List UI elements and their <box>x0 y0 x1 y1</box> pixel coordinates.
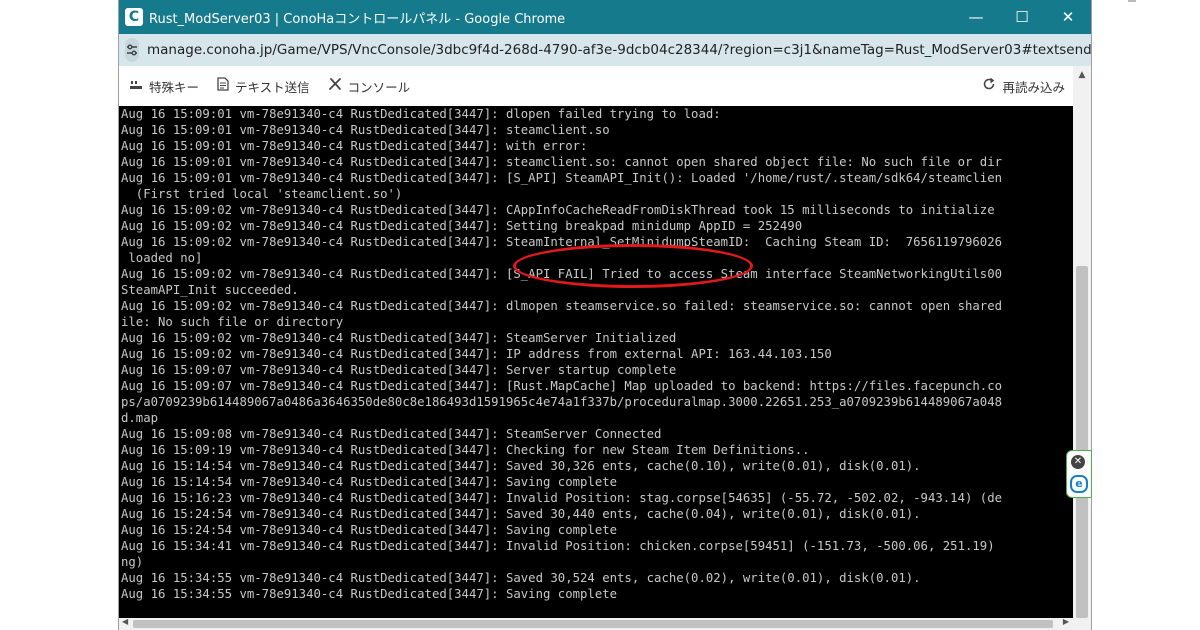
title-bar[interactable]: C Rust_ModServer03 | ConoHaコントロールパネル - G… <box>119 0 1091 34</box>
console-line: ps/a0709239b614489067a0486a3646350de80c8… <box>121 395 1002 409</box>
console-line: Aug 16 15:09:01 vm-78e91340-c4 RustDedic… <box>121 155 1002 169</box>
site-info-icon[interactable] <box>125 38 139 62</box>
console-label: コンソール <box>347 79 411 95</box>
console-line: Aug 16 15:09:01 vm-78e91340-c4 RustDedic… <box>121 139 588 153</box>
close-button[interactable]: ✕ <box>1045 0 1091 34</box>
document-icon <box>217 77 229 95</box>
console-line: Aug 16 15:09:19 vm-78e91340-c4 RustDedic… <box>121 443 810 457</box>
console-line: Aug 16 15:09:07 vm-78e91340-c4 RustDedic… <box>121 379 1002 393</box>
console-line: (First tried local 'steamclient.so') <box>121 187 403 201</box>
console-line: Aug 16 15:14:54 vm-78e91340-c4 RustDedic… <box>121 475 618 489</box>
text-send-label: テキスト送信 <box>235 79 310 95</box>
special-keys-button[interactable]: 特殊キー <box>129 77 199 96</box>
console-line: Aug 16 15:09:02 vm-78e91340-c4 RustDedic… <box>121 331 677 345</box>
vertical-scroll-thumb[interactable] <box>1076 266 1088 618</box>
scroll-up-arrow-icon[interactable]: ▲ <box>1073 70 1091 80</box>
conoha-app-icon: C <box>125 8 143 26</box>
address-bar: manage.conoha.jp/Game/VPS/VncConsole/3db… <box>119 34 1091 66</box>
horizontal-scrollbar[interactable]: ◀ ▶ <box>119 617 1091 630</box>
window-title: Rust_ModServer03 | ConoHaコントロールパネル - Goo… <box>149 11 566 27</box>
console-line: Aug 16 15:09:02 vm-78e91340-c4 RustDedic… <box>121 299 1002 313</box>
console-line: Aug 16 15:09:01 vm-78e91340-c4 RustDedic… <box>121 171 1002 185</box>
console-line: Aug 16 15:09:08 vm-78e91340-c4 RustDedic… <box>121 427 662 441</box>
e-circle-icon[interactable]: e <box>1070 475 1088 493</box>
special-keys-label: 特殊キー <box>149 79 200 95</box>
reload-label: 再読み込み <box>1002 79 1065 95</box>
keyboard-icon <box>129 78 143 94</box>
scroll-left-arrow-icon[interactable]: ◀ <box>122 617 128 626</box>
console-line: d.map <box>121 411 159 425</box>
console-line: Aug 16 15:09:02 vm-78e91340-c4 RustDedic… <box>121 219 803 233</box>
vnc-toolbar: 特殊キー テキスト送信 コンソール 再読み込み <box>119 66 1091 106</box>
minimize-button[interactable]: — <box>953 0 999 34</box>
chrome-window: C Rust_ModServer03 | ConoHaコントロールパネル - G… <box>118 0 1092 630</box>
reload-button[interactable]: 再読み込み <box>982 66 1065 106</box>
close-circle-icon[interactable]: ✕ <box>1071 455 1085 469</box>
horizontal-scroll-thumb[interactable] <box>133 620 1053 628</box>
console-line: Aug 16 15:09:02 vm-78e91340-c4 RustDedic… <box>121 203 995 217</box>
console-line: Aug 16 15:14:54 vm-78e91340-c4 RustDedic… <box>121 459 921 473</box>
side-widget: ✕ e <box>1066 450 1092 498</box>
reload-icon <box>982 77 996 95</box>
console-line: Aug 16 15:09:01 vm-78e91340-c4 RustDedic… <box>121 123 610 137</box>
background-edge-mark <box>1128 0 1136 2</box>
vnc-console-screen[interactable]: Aug 16 15:09:01 vm-78e91340-c4 RustDedic… <box>119 106 1073 618</box>
console-line: Aug 16 15:24:54 vm-78e91340-c4 RustDedic… <box>121 507 921 521</box>
maximize-button[interactable]: ☐ <box>999 0 1045 34</box>
console-line: Aug 16 15:16:23 vm-78e91340-c4 RustDedic… <box>121 491 1002 505</box>
url-field[interactable]: manage.conoha.jp/Game/VPS/VncConsole/3db… <box>147 42 1091 58</box>
console-line: ng) <box>121 555 144 569</box>
console-line: Aug 16 15:09:02 vm-78e91340-c4 RustDedic… <box>121 347 832 361</box>
tools-icon <box>328 77 342 95</box>
console-line-server-startup: Aug 16 15:09:07 vm-78e91340-c4 RustDedic… <box>121 363 677 377</box>
console-line: Aug 16 15:34:41 vm-78e91340-c4 RustDedic… <box>121 539 995 553</box>
text-send-button[interactable]: テキスト送信 <box>217 77 310 96</box>
console-line: Aug 16 15:34:55 vm-78e91340-c4 RustDedic… <box>121 587 618 601</box>
console-button[interactable]: コンソール <box>328 77 411 96</box>
console-line: Aug 16 15:34:55 vm-78e91340-c4 RustDedic… <box>121 571 921 585</box>
console-line: Aug 16 15:09:01 vm-78e91340-c4 RustDedic… <box>121 107 721 121</box>
console-line: ile: No such file or directory <box>121 315 344 329</box>
vertical-scrollbar[interactable]: ▲ <box>1073 66 1091 618</box>
red-highlight-ellipse <box>513 244 753 288</box>
window-controls: — ☐ ✕ <box>953 0 1091 34</box>
scroll-right-arrow-icon[interactable]: ▶ <box>1063 617 1069 626</box>
console-line: Aug 16 15:24:54 vm-78e91340-c4 RustDedic… <box>121 523 618 537</box>
